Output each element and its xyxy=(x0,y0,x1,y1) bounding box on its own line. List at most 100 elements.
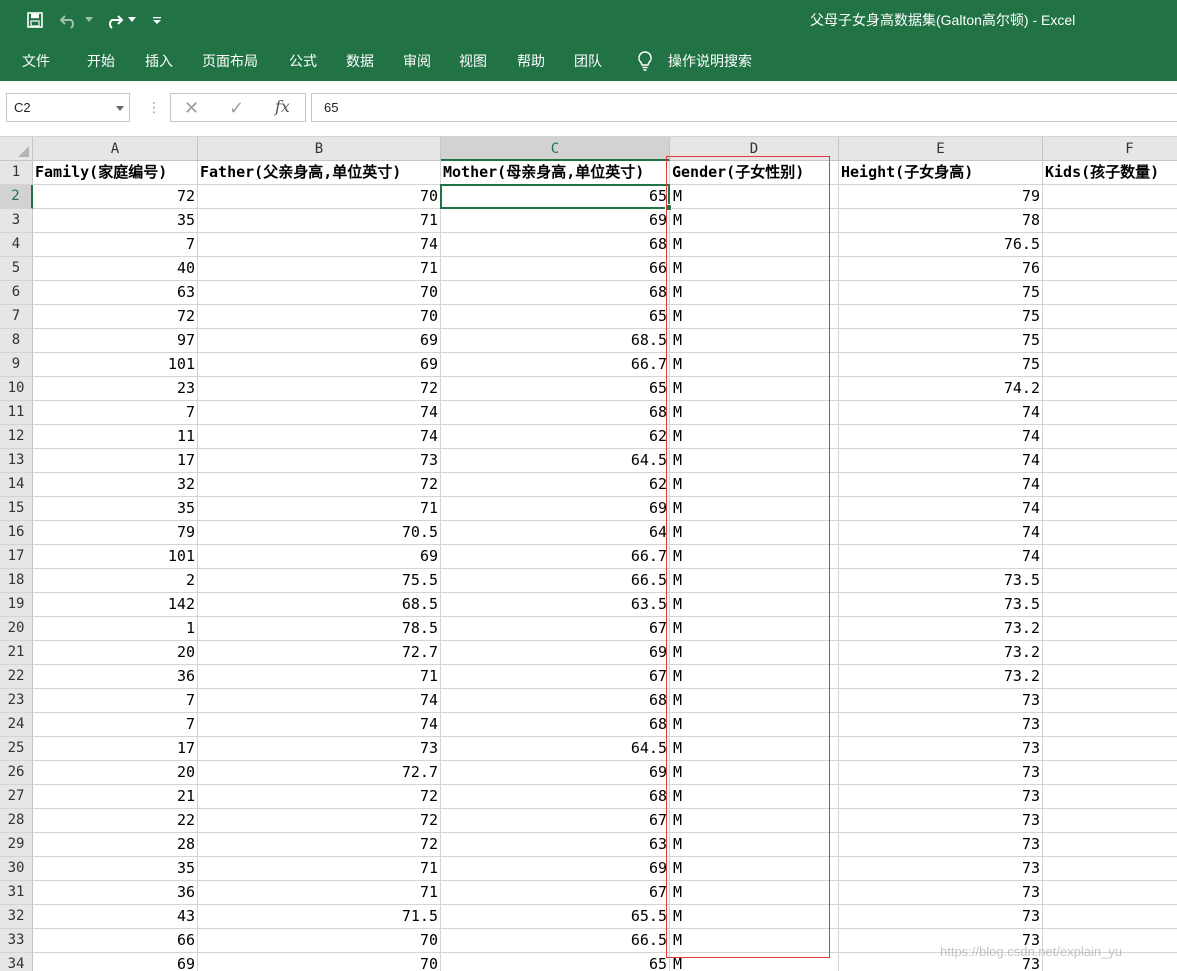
cell-height[interactable]: 73.2 xyxy=(839,641,1043,665)
row-header[interactable]: 9 xyxy=(0,353,33,377)
tab-team[interactable]: 团队 xyxy=(574,51,602,71)
tab-data[interactable]: 数据 xyxy=(346,51,374,71)
cell-gender[interactable]: M xyxy=(670,185,839,209)
cell-kids[interactable]: 6 xyxy=(1043,233,1177,257)
cell-mother[interactable]: 68 xyxy=(441,281,670,305)
cell-family[interactable]: 17 xyxy=(33,737,198,761)
cell-family[interactable]: 72 xyxy=(33,185,198,209)
cell-kids[interactable]: 2 xyxy=(1043,905,1177,929)
cell-height[interactable]: 73 xyxy=(839,905,1043,929)
cell-kids[interactable]: 8 xyxy=(1043,521,1177,545)
cell-gender[interactable]: M xyxy=(670,737,839,761)
redo-icon[interactable] xyxy=(101,8,125,32)
cell-father[interactable]: 71 xyxy=(198,209,441,233)
cell-kids[interactable]: 5 xyxy=(1043,209,1177,233)
cell-height[interactable]: 75 xyxy=(839,281,1043,305)
cell-father[interactable]: 69 xyxy=(198,329,441,353)
cell-family[interactable]: 79 xyxy=(33,521,198,545)
cell-height[interactable]: 73 xyxy=(839,713,1043,737)
cell-height[interactable]: 73.2 xyxy=(839,617,1043,641)
cell-family[interactable]: 7 xyxy=(33,713,198,737)
cell-kids[interactable]: 6 xyxy=(1043,689,1177,713)
cell-father[interactable]: 74 xyxy=(198,401,441,425)
cell-family[interactable]: 32 xyxy=(33,473,198,497)
cell-father[interactable]: 71 xyxy=(198,665,441,689)
cell-kids[interactable]: 7 xyxy=(1043,305,1177,329)
tab-insert[interactable]: 插入 xyxy=(145,51,173,71)
cell-father[interactable]: 70 xyxy=(198,185,441,209)
cell-father[interactable]: 72 xyxy=(198,377,441,401)
row-header[interactable]: 29 xyxy=(0,833,33,857)
spreadsheet-grid[interactable]: ABCDEF 1 Family(家庭编号) Father(父亲身高,单位英寸) Mot… xyxy=(0,137,1177,971)
cell-height[interactable]: 74 xyxy=(839,401,1043,425)
cell-father[interactable]: 74 xyxy=(198,233,441,257)
cell-kids[interactable]: 8 xyxy=(1043,761,1177,785)
cell-mother[interactable]: 62 xyxy=(441,473,670,497)
cell-height[interactable]: 74 xyxy=(839,425,1043,449)
cell-kids[interactable]: 4 xyxy=(1043,569,1177,593)
cell-height[interactable]: 73 xyxy=(839,737,1043,761)
cell-father[interactable]: 72.7 xyxy=(198,641,441,665)
cell-gender[interactable]: M xyxy=(670,617,839,641)
cell-kids[interactable]: 6 xyxy=(1043,545,1177,569)
cell-height[interactable]: 73 xyxy=(839,761,1043,785)
cell-family[interactable]: 17 xyxy=(33,449,198,473)
row-header[interactable]: 1 xyxy=(0,161,33,185)
cell-height[interactable]: 76 xyxy=(839,257,1043,281)
cell-family[interactable]: 40 xyxy=(33,257,198,281)
column-title-father[interactable]: Father(父亲身高,单位英寸) xyxy=(198,161,441,185)
row-header[interactable]: 14 xyxy=(0,473,33,497)
cell-family[interactable]: 36 xyxy=(33,665,198,689)
cell-height[interactable]: 73 xyxy=(839,785,1043,809)
cell-mother[interactable]: 65.5 xyxy=(441,905,670,929)
cell-family[interactable]: 21 xyxy=(33,785,198,809)
cell-mother[interactable]: 64.5 xyxy=(441,449,670,473)
cell-kids[interactable]: 7 xyxy=(1043,377,1177,401)
row-header[interactable]: 6 xyxy=(0,281,33,305)
cell-family[interactable]: 2 xyxy=(33,569,198,593)
row-header[interactable]: 34 xyxy=(0,953,33,971)
cell-family[interactable]: 101 xyxy=(33,353,198,377)
row-header[interactable]: 32 xyxy=(0,905,33,929)
cell-gender[interactable]: M xyxy=(670,545,839,569)
cell-father[interactable]: 70 xyxy=(198,953,441,971)
cell-family[interactable]: 72 xyxy=(33,305,198,329)
cell-kids[interactable]: 6 xyxy=(1043,713,1177,737)
cell-father[interactable]: 70 xyxy=(198,305,441,329)
row-header[interactable]: 33 xyxy=(0,929,33,953)
cell-mother[interactable]: 67 xyxy=(441,617,670,641)
cell-height[interactable]: 79 xyxy=(839,185,1043,209)
row-header[interactable]: 13 xyxy=(0,449,33,473)
cell-mother[interactable]: 62 xyxy=(441,425,670,449)
cell-father[interactable]: 74 xyxy=(198,713,441,737)
cell-kids[interactable]: 5 xyxy=(1043,497,1177,521)
cell-height[interactable]: 73.2 xyxy=(839,665,1043,689)
cell-father[interactable]: 74 xyxy=(198,689,441,713)
cell-gender[interactable]: M xyxy=(670,233,839,257)
cell-mother[interactable]: 65 xyxy=(441,185,670,209)
cell-height[interactable]: 75 xyxy=(839,305,1043,329)
column-title-gender[interactable]: Gender(子女性别) xyxy=(670,161,839,185)
column-title-mother[interactable]: Mother(母亲身高,单位英寸) xyxy=(441,161,670,185)
row-header[interactable]: 8 xyxy=(0,329,33,353)
cell-mother[interactable]: 69 xyxy=(441,857,670,881)
cell-kids[interactable]: 5 xyxy=(1043,257,1177,281)
cell-family[interactable]: 28 xyxy=(33,833,198,857)
cell-family[interactable]: 7 xyxy=(33,689,198,713)
column-title-family[interactable]: Family(家庭编号) xyxy=(33,161,198,185)
cell-kids[interactable]: 3 xyxy=(1043,785,1177,809)
cell-mother[interactable]: 65 xyxy=(441,953,670,971)
undo-icon[interactable] xyxy=(58,8,82,32)
cell-gender[interactable]: M xyxy=(670,353,839,377)
row-header[interactable]: 20 xyxy=(0,617,33,641)
row-header[interactable]: 28 xyxy=(0,809,33,833)
cell-gender[interactable]: M xyxy=(670,761,839,785)
cell-mother[interactable]: 68 xyxy=(441,233,670,257)
name-box[interactable]: C2 xyxy=(6,93,130,122)
column-header-a[interactable]: A xyxy=(33,137,198,161)
cell-height[interactable]: 73 xyxy=(839,857,1043,881)
cell-height[interactable]: 76.5 xyxy=(839,233,1043,257)
row-header[interactable]: 30 xyxy=(0,857,33,881)
cell-mother[interactable]: 69 xyxy=(441,209,670,233)
cell-father[interactable]: 70.5 xyxy=(198,521,441,545)
